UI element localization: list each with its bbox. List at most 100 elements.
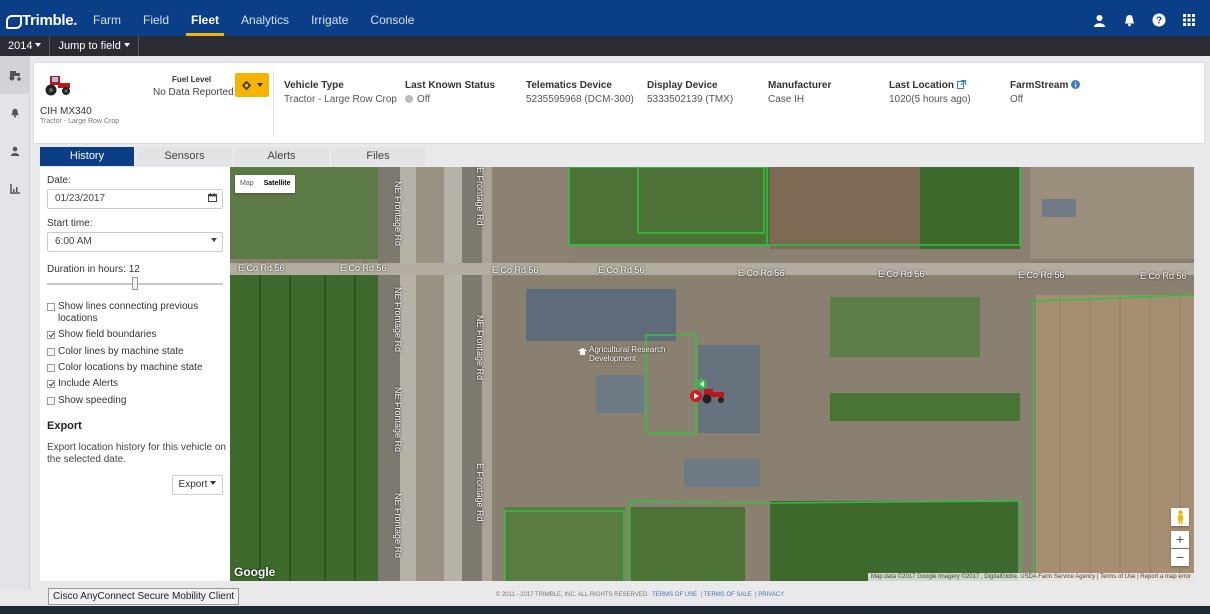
tractor-icon bbox=[45, 76, 70, 96]
tractor-icon bbox=[9, 70, 21, 81]
export-label: Export bbox=[178, 479, 208, 490]
date-label: Date: bbox=[47, 175, 71, 186]
info-icon[interactable] bbox=[1071, 80, 1081, 89]
gear-icon bbox=[241, 80, 251, 90]
nav-fleet[interactable]: Fleet bbox=[180, 4, 230, 36]
road-label: E Co Rd 56 bbox=[1018, 270, 1065, 280]
copyright-text: © 2011 - 2017 TRIMBLE, INC. ALL RIGHTS R… bbox=[495, 592, 649, 598]
map-type-toggle: Map Satellite bbox=[235, 175, 296, 193]
field-label: Manufacturer bbox=[768, 80, 832, 91]
tab-alerts[interactable]: Alerts bbox=[234, 147, 329, 166]
field-label: Vehicle Type bbox=[284, 80, 344, 91]
street-view-pegman-icon[interactable] bbox=[1171, 508, 1189, 526]
field-label: Last Location bbox=[889, 80, 971, 91]
option-include-alerts[interactable]: Include Alerts bbox=[47, 378, 225, 390]
road-label: E Co Rd 56 bbox=[598, 265, 645, 275]
field-value: Case IH bbox=[768, 94, 805, 105]
rail-users[interactable] bbox=[0, 132, 29, 170]
option-color-locations[interactable]: Color locations by machine state bbox=[47, 362, 225, 374]
date-field[interactable]: 01/23/2017 bbox=[47, 189, 223, 209]
jump-to-field-dropdown[interactable]: Jump to field bbox=[50, 36, 139, 56]
field-value: 1020(5 hours ago) bbox=[889, 94, 971, 105]
google-logo: Google bbox=[234, 565, 276, 579]
vehicle-subtype: Tractor - Large Row Crop bbox=[40, 118, 120, 125]
field-last-location: Last Location 1020(5 hours ago) bbox=[889, 80, 971, 105]
field-manufacturer: Manufacturer Case IH bbox=[768, 80, 831, 105]
field-last-known-status: Last Known Status Off bbox=[405, 80, 495, 105]
chevron-down-icon bbox=[256, 83, 263, 87]
zoom-in-button[interactable]: + bbox=[1171, 531, 1189, 548]
field-label: Last Known Status bbox=[405, 80, 496, 91]
trimble-logo-icon bbox=[6, 14, 22, 29]
fuel-level-label: Fuel Level bbox=[172, 75, 212, 84]
option-show-lines[interactable]: Show lines connecting previous locations bbox=[47, 301, 225, 325]
option-field-boundaries[interactable]: Show field boundaries bbox=[47, 329, 225, 341]
field-telematics-device: Telematics Device 5235595968 (DCM-300) bbox=[526, 80, 634, 105]
nav-utilities: ? bbox=[1092, 4, 1196, 36]
road-label-vertical: NE Frontage Rd bbox=[393, 387, 403, 453]
rail-vehicles[interactable] bbox=[0, 56, 29, 94]
duration-slider[interactable] bbox=[47, 277, 223, 290]
checkbox[interactable] bbox=[47, 397, 55, 405]
user-icon[interactable] bbox=[1092, 13, 1106, 27]
footer-link-terms-of-use[interactable]: TERMS OF USE bbox=[652, 592, 697, 598]
nav-field[interactable]: Field bbox=[132, 4, 180, 36]
zoom-out-button[interactable]: − bbox=[1171, 549, 1189, 566]
option-label: Color lines by machine state bbox=[58, 346, 184, 357]
start-time-select[interactable]: 6:00 AM bbox=[47, 232, 223, 252]
rail-reports[interactable] bbox=[0, 170, 29, 208]
nav-console[interactable]: Console bbox=[359, 4, 425, 36]
tab-sensors[interactable]: Sensors bbox=[137, 147, 232, 166]
checkbox[interactable] bbox=[47, 348, 55, 356]
road-label-vertical: NE Frontage Rd bbox=[475, 315, 485, 381]
checkbox[interactable] bbox=[47, 364, 55, 372]
option-color-lines[interactable]: Color lines by machine state bbox=[47, 346, 225, 358]
tab-files[interactable]: Files bbox=[331, 147, 425, 166]
footer-link-privacy[interactable]: PRIVACY bbox=[758, 592, 784, 598]
start-time-value: 6:00 AM bbox=[55, 236, 92, 247]
year-value: 2014 bbox=[8, 40, 33, 52]
history-panel: Date: 01/23/2017 Start time: 6:00 AM Dur… bbox=[40, 167, 230, 581]
bell-icon[interactable] bbox=[1122, 13, 1136, 27]
satellite-map[interactable]: E Co Rd 56 E Co Rd 56 E Co Rd 56 E Co Rd… bbox=[230, 167, 1194, 581]
vehicle-name: CIH MX340 bbox=[40, 106, 92, 117]
field-value: 5235595968 (DCM-300) bbox=[526, 94, 634, 105]
nav-farm[interactable]: Farm bbox=[82, 4, 132, 36]
checkbox[interactable] bbox=[47, 331, 55, 339]
field-label: Telematics Device bbox=[526, 80, 612, 91]
option-label: Show field boundaries bbox=[58, 329, 157, 340]
duration-slider-thumb[interactable] bbox=[132, 277, 138, 290]
satellite-imagery bbox=[230, 167, 1194, 581]
export-button[interactable]: Export bbox=[172, 475, 223, 495]
vehicle-marker[interactable] bbox=[688, 379, 732, 405]
apps-grid-icon[interactable] bbox=[1182, 13, 1196, 27]
external-link-icon[interactable] bbox=[956, 80, 966, 89]
status-text: Off bbox=[417, 94, 431, 105]
help-icon[interactable]: ? bbox=[1152, 13, 1166, 27]
calendar-icon bbox=[208, 190, 217, 208]
footer-link-terms-of-sale[interactable]: TERMS OF SALE bbox=[704, 592, 752, 598]
year-dropdown[interactable]: 2014 bbox=[0, 36, 51, 56]
road-label-vertical: NE Frontage Rd bbox=[393, 181, 403, 247]
divider bbox=[273, 71, 274, 137]
nav-analytics[interactable]: Analytics bbox=[230, 4, 300, 36]
nav-irrigate[interactable]: Irrigate bbox=[300, 4, 359, 36]
checkbox[interactable] bbox=[47, 380, 55, 388]
settings-dropdown-button[interactable] bbox=[235, 73, 269, 97]
map-attribution[interactable]: Map data ©2017 Google Imagery ©2017 , Di… bbox=[868, 573, 1194, 581]
trimble-logo[interactable]: Trimble. bbox=[0, 12, 82, 29]
chevron-down-icon bbox=[210, 481, 217, 485]
export-heading: Export bbox=[47, 420, 82, 432]
road-label-vertical: NE Frontage Rd bbox=[393, 287, 403, 353]
user-icon bbox=[10, 146, 19, 156]
footer: © 2011 - 2017 TRIMBLE, INC. ALL RIGHTS R… bbox=[495, 592, 785, 598]
map-type-satellite[interactable]: Satellite bbox=[259, 175, 296, 193]
rail-alerts[interactable] bbox=[0, 94, 29, 132]
road-label: E Co Rd 56 bbox=[738, 268, 785, 278]
option-show-speeding[interactable]: Show speeding bbox=[47, 395, 225, 407]
tab-history[interactable]: History bbox=[40, 147, 134, 166]
map-type-map[interactable]: Map bbox=[235, 175, 259, 193]
field-display-device: Display Device 5333502139 (TMX) bbox=[647, 80, 733, 105]
checkbox[interactable] bbox=[47, 303, 55, 311]
poi-marker[interactable]: Agricultural Research Development bbox=[578, 345, 675, 363]
